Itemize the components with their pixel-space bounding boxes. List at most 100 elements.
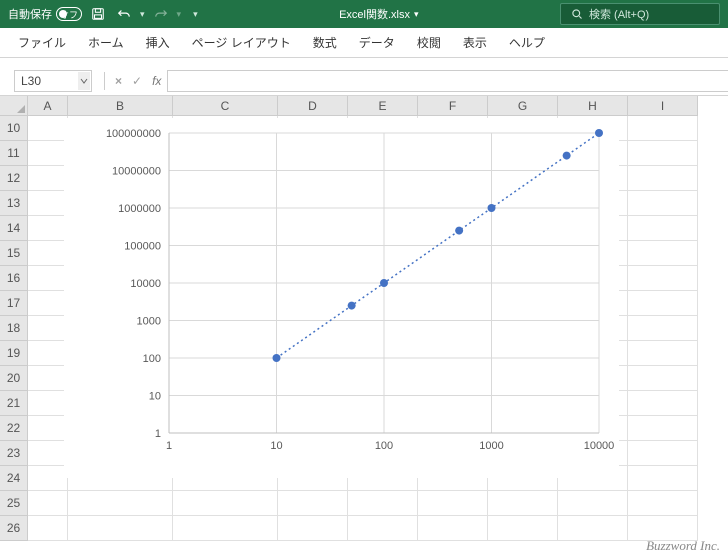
row-header-26[interactable]: 26 <box>0 516 28 541</box>
cell-A13[interactable] <box>28 191 68 216</box>
cell-I10[interactable] <box>628 116 698 141</box>
fx-icon[interactable]: fx <box>152 74 161 88</box>
name-box-dropdown-icon[interactable] <box>78 72 90 90</box>
row-header-16[interactable]: 16 <box>0 266 28 291</box>
cell-A23[interactable] <box>28 441 68 466</box>
col-header-H[interactable]: H <box>558 96 628 116</box>
cell-I14[interactable] <box>628 216 698 241</box>
tab-review[interactable]: 校閲 <box>417 34 441 51</box>
row-header-24[interactable]: 24 <box>0 466 28 491</box>
cell-A11[interactable] <box>28 141 68 166</box>
row-header-20[interactable]: 20 <box>0 366 28 391</box>
col-header-D[interactable]: D <box>278 96 348 116</box>
col-header-B[interactable]: B <box>68 96 173 116</box>
row-header-13[interactable]: 13 <box>0 191 28 216</box>
cell-I12[interactable] <box>628 166 698 191</box>
row-header-15[interactable]: 15 <box>0 241 28 266</box>
cell-I22[interactable] <box>628 416 698 441</box>
cell-C25[interactable] <box>173 491 278 516</box>
title-dropdown-icon[interactable]: ▾ <box>414 9 419 20</box>
col-header-F[interactable]: F <box>418 96 488 116</box>
cell-A19[interactable] <box>28 341 68 366</box>
cell-G26[interactable] <box>488 516 558 541</box>
cell-I20[interactable] <box>628 366 698 391</box>
row-header-25[interactable]: 25 <box>0 491 28 516</box>
row-header-23[interactable]: 23 <box>0 441 28 466</box>
cell-C26[interactable] <box>173 516 278 541</box>
cell-I23[interactable] <box>628 441 698 466</box>
cell-H25[interactable] <box>558 491 628 516</box>
row-header-19[interactable]: 19 <box>0 341 28 366</box>
cell-A22[interactable] <box>28 416 68 441</box>
cell-I16[interactable] <box>628 266 698 291</box>
cell-A24[interactable] <box>28 466 68 491</box>
tab-pagelayout[interactable]: ページ レイアウト <box>192 34 291 51</box>
cell-H26[interactable] <box>558 516 628 541</box>
save-icon[interactable] <box>88 4 108 24</box>
svg-text:10000: 10000 <box>130 278 161 290</box>
cell-I11[interactable] <box>628 141 698 166</box>
cell-A17[interactable] <box>28 291 68 316</box>
cell-E25[interactable] <box>348 491 418 516</box>
tab-view[interactable]: 表示 <box>463 34 487 51</box>
cell-A20[interactable] <box>28 366 68 391</box>
cell-I21[interactable] <box>628 391 698 416</box>
cell-A14[interactable] <box>28 216 68 241</box>
svg-text:100000: 100000 <box>124 241 161 253</box>
cell-A16[interactable] <box>28 266 68 291</box>
search-box[interactable]: 検索 (Alt+Q) <box>560 3 720 25</box>
name-box[interactable]: L30 <box>14 70 92 92</box>
autosave-toggle[interactable]: 自動保存 オフ <box>8 6 82 22</box>
tab-formulas[interactable]: 数式 <box>313 34 337 51</box>
row-header-21[interactable]: 21 <box>0 391 28 416</box>
cell-I19[interactable] <box>628 341 698 366</box>
cell-D26[interactable] <box>278 516 348 541</box>
row-header-10[interactable]: 10 <box>0 116 28 141</box>
cell-F26[interactable] <box>418 516 488 541</box>
worksheet[interactable]: ABCDEFGHI 101112131415161718192021222324… <box>0 96 728 560</box>
cell-F25[interactable] <box>418 491 488 516</box>
col-header-A[interactable]: A <box>28 96 68 116</box>
embedded-chart[interactable]: 1101001000100001000001000000100000001000… <box>64 118 619 478</box>
cell-B26[interactable] <box>68 516 173 541</box>
row-header-22[interactable]: 22 <box>0 416 28 441</box>
cell-B25[interactable] <box>68 491 173 516</box>
cell-G25[interactable] <box>488 491 558 516</box>
tab-home[interactable]: ホーム <box>88 34 124 51</box>
cell-E26[interactable] <box>348 516 418 541</box>
cell-I24[interactable] <box>628 466 698 491</box>
tab-insert[interactable]: 挿入 <box>146 34 170 51</box>
cell-A10[interactable] <box>28 116 68 141</box>
select-all-corner[interactable] <box>0 96 28 116</box>
cell-A12[interactable] <box>28 166 68 191</box>
search-icon <box>571 8 583 20</box>
cell-A15[interactable] <box>28 241 68 266</box>
undo-dropdown-icon[interactable]: ▾ <box>140 9 145 20</box>
formula-input[interactable] <box>167 70 728 92</box>
undo-icon[interactable] <box>114 4 134 24</box>
row-header-14[interactable]: 14 <box>0 216 28 241</box>
row-header-12[interactable]: 12 <box>0 166 28 191</box>
cell-I15[interactable] <box>628 241 698 266</box>
cell-A25[interactable] <box>28 491 68 516</box>
cell-I18[interactable] <box>628 316 698 341</box>
col-header-I[interactable]: I <box>628 96 698 116</box>
tab-file[interactable]: ファイル <box>18 34 66 51</box>
cell-D25[interactable] <box>278 491 348 516</box>
row-header-11[interactable]: 11 <box>0 141 28 166</box>
col-header-E[interactable]: E <box>348 96 418 116</box>
cell-A26[interactable] <box>28 516 68 541</box>
cell-A21[interactable] <box>28 391 68 416</box>
cell-I17[interactable] <box>628 291 698 316</box>
row-header-18[interactable]: 18 <box>0 316 28 341</box>
cell-I25[interactable] <box>628 491 698 516</box>
enter-icon: ✓ <box>132 74 142 88</box>
svg-text:1000: 1000 <box>479 440 503 452</box>
col-header-C[interactable]: C <box>173 96 278 116</box>
col-header-G[interactable]: G <box>488 96 558 116</box>
tab-help[interactable]: ヘルプ <box>509 34 545 51</box>
cell-A18[interactable] <box>28 316 68 341</box>
tab-data[interactable]: データ <box>359 34 395 51</box>
cell-I13[interactable] <box>628 191 698 216</box>
row-header-17[interactable]: 17 <box>0 291 28 316</box>
